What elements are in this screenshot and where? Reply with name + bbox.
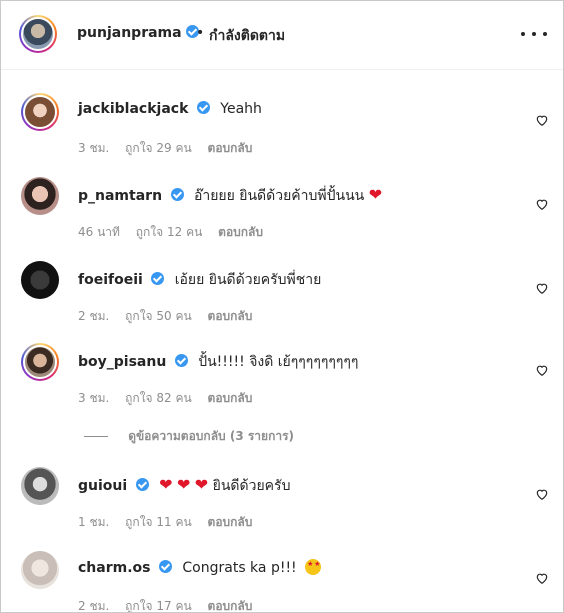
verified-badge-icon (158, 560, 172, 573)
comment-time: 2 ชม. (78, 309, 110, 323)
comment-text-line: jackiblackjack Yeahh (78, 101, 262, 117)
red-heart-emoji-icon: ❤ (194, 475, 209, 494)
verified-badge-icon (196, 101, 210, 114)
commenter-avatar[interactable] (21, 343, 59, 381)
comment-meta: 1 ชม. ถูกใจ 11 คน ตอบกลับ (78, 513, 264, 532)
following-button[interactable]: กำลังติดตาม (209, 25, 285, 47)
post-header: punjanprama • กำลังติดตาม (1, 1, 563, 70)
comment-text-line: charm.os Congrats ka p!!! (78, 559, 322, 576)
like-heart-icon[interactable] (535, 281, 549, 295)
comment-likes[interactable]: ถูกใจ 11 คน (125, 515, 192, 529)
comment-likes[interactable]: ถูกใจ 17 คน (125, 599, 192, 612)
like-heart-icon[interactable] (535, 197, 549, 211)
like-heart-icon[interactable] (535, 571, 549, 585)
red-heart-emoji-icon: ❤ (368, 185, 383, 204)
comment-text: Yeahh (220, 101, 262, 117)
comment-text-line: guioui ❤ ❤ ❤ ยินดีด้วยครับ (78, 475, 290, 497)
comment-text: ปั้น!!!!! จิงดิ เย้ๆๆๆๆๆๆๆๆๆ (198, 354, 359, 370)
reply-button[interactable]: ตอบกลับ (208, 599, 253, 612)
red-heart-emoji-icon: ❤ (159, 475, 173, 494)
comment-item: charm.os Congrats ka p!!! 2 ชม. ถูกใจ 17… (1, 551, 563, 613)
like-heart-icon[interactable] (535, 113, 549, 127)
view-replies-label: ดูข้อความตอบกลับ (3 รายการ) (128, 429, 294, 443)
comment-time: 3 ชม. (78, 141, 110, 155)
star-struck-emoji-icon (305, 559, 322, 575)
reply-button[interactable]: ตอบกลับ (208, 391, 253, 405)
comment-item: foeifoeii เอ้ยย ยินดีด้วยครับพี่ชาย 2 ชม… (1, 261, 563, 341)
commenter-username[interactable]: boy_pisanu (78, 354, 166, 370)
comment-meta: 2 ชม. ถูกใจ 17 คน ตอบกลับ (78, 597, 264, 613)
commenter-username[interactable]: guioui (78, 478, 127, 494)
reply-button[interactable]: ตอบกลับ (208, 515, 253, 529)
replies-divider-line (84, 436, 108, 437)
comment-meta: 46 นาที ถูกใจ 12 คน ตอบกลับ (78, 223, 275, 242)
more-options-icon[interactable] (521, 21, 547, 47)
commenter-avatar[interactable] (21, 261, 59, 299)
comment-text: เอ้ยย ยินดีด้วยครับพี่ชาย (174, 272, 322, 288)
comment-item: jackiblackjack Yeahh 3 ชม. ถูกใจ 29 คน ต… (1, 93, 563, 173)
comment-likes[interactable]: ถูกใจ 12 คน (136, 225, 203, 239)
like-heart-icon[interactable] (535, 487, 549, 501)
comment-text: ยินดีด้วยครับ (212, 478, 291, 494)
commenter-username[interactable]: p_namtarn (78, 188, 162, 204)
commenter-username[interactable]: charm.os (78, 560, 150, 576)
comment-item: guioui ❤ ❤ ❤ ยินดีด้วยครับ 1 ชม. ถูกใจ 1… (1, 467, 563, 547)
commenter-avatar[interactable] (21, 93, 59, 131)
comment-meta: 2 ชม. ถูกใจ 50 คน ตอบกลับ (78, 307, 264, 326)
comment-time: 1 ชม. (78, 515, 110, 529)
verified-badge-icon (170, 188, 184, 201)
verified-badge-icon (135, 478, 149, 491)
comment-meta: 3 ชม. ถูกใจ 29 คน ตอบกลับ (78, 139, 264, 158)
reply-button[interactable]: ตอบกลับ (208, 309, 253, 323)
commenter-avatar[interactable] (21, 551, 59, 589)
comment-likes[interactable]: ถูกใจ 29 คน (125, 141, 192, 155)
comment-text: Congrats ka p!!! (182, 560, 297, 576)
post-comments-panel: punjanprama • กำลังติดตาม jackiblackjack… (0, 0, 564, 613)
comment-time: 3 ชม. (78, 391, 110, 405)
comment-likes[interactable]: ถูกใจ 50 คน (125, 309, 192, 323)
comment-text: อ๊ายยย ยินดีด้วยค้าบพี่ปั้นนน (193, 188, 365, 204)
like-heart-icon[interactable] (535, 363, 549, 377)
post-author-avatar[interactable] (19, 15, 57, 53)
comment-item: p_namtarn อ๊ายยย ยินดีด้วยค้าบพี่ปั้นนน … (1, 177, 563, 257)
commenter-avatar[interactable] (21, 177, 59, 215)
separator-dot: • (196, 25, 205, 41)
comment-time: 46 นาที (78, 225, 120, 239)
comment-time: 2 ชม. (78, 599, 110, 613)
commenter-username[interactable]: jackiblackjack (78, 101, 188, 117)
post-author-username[interactable]: punjanprama (77, 25, 200, 41)
red-heart-emoji-icon: ❤ (176, 475, 191, 494)
verified-badge-icon (174, 354, 188, 367)
verified-badge-icon (151, 272, 165, 285)
comment-text-line: foeifoeii เอ้ยย ยินดีด้วยครับพี่ชาย (78, 269, 321, 291)
reply-button[interactable]: ตอบกลับ (208, 141, 253, 155)
view-replies-button[interactable]: ดูข้อความตอบกลับ (3 รายการ) (84, 427, 294, 446)
comment-text-line: boy_pisanu ปั้น!!!!! จิงดิ เย้ๆๆๆๆๆๆๆๆๆ (78, 351, 358, 373)
reply-button[interactable]: ตอบกลับ (218, 225, 263, 239)
comment-text-line: p_namtarn อ๊ายยย ยินดีด้วยค้าบพี่ปั้นนน … (78, 185, 382, 207)
commenter-avatar[interactable] (21, 467, 59, 505)
commenter-username[interactable]: foeifoeii (78, 272, 143, 288)
comment-item: boy_pisanu ปั้น!!!!! จิงดิ เย้ๆๆๆๆๆๆๆๆๆ … (1, 343, 563, 423)
comment-likes[interactable]: ถูกใจ 82 คน (125, 391, 192, 405)
comment-meta: 3 ชม. ถูกใจ 82 คน ตอบกลับ (78, 389, 264, 408)
